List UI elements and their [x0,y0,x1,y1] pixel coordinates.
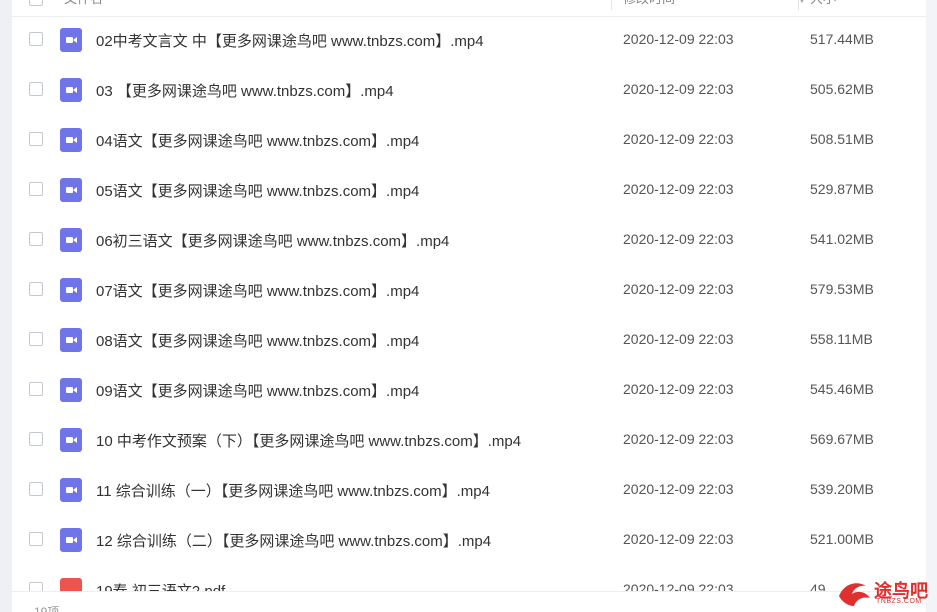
file-name[interactable]: 07语文【更多网课途鸟吧 www.tnbzs.com】.mp4 [96,280,419,301]
file-modified-date: 2020-12-09 22:03 [623,431,734,447]
row-checkbox[interactable] [29,182,43,196]
right-panel-edge [926,0,937,612]
video-file-icon [60,228,82,252]
row-checkbox[interactable] [29,82,43,96]
bird-logo-icon [839,583,870,606]
file-modified-date: 2020-12-09 22:03 [623,31,734,47]
file-name[interactable]: 12 综合训练（二）【更多网课途鸟吧 www.tnbzs.com】.mp4 [96,530,491,551]
file-name[interactable]: 11 综合训练（一）【更多网课途鸟吧 www.tnbzs.com】.mp4 [96,480,490,501]
file-size: 539.20MB [810,481,874,497]
file-list-panel: 文件名 修改时间 ▼ 大小 02中考文言文 中【更多网课途鸟吧 www.tnbz… [12,0,926,612]
file-modified-date: 2020-12-09 22:03 [623,281,734,297]
file-row[interactable]: 08语文【更多网课途鸟吧 www.tnbzs.com】.mp4 2020-12-0… [12,316,926,366]
row-checkbox[interactable] [29,482,43,496]
file-modified-date: 2020-12-09 22:03 [623,181,734,197]
row-checkbox[interactable] [29,232,43,246]
file-size: 505.62MB [810,81,874,97]
video-file-icon [60,278,82,302]
file-size: 517.44MB [810,31,874,47]
row-checkbox[interactable] [29,132,43,146]
select-all-checkbox[interactable] [29,0,43,6]
file-size: 521.00MB [810,531,874,547]
file-row[interactable]: 11 综合训练（一）【更多网课途鸟吧 www.tnbzs.com】.mp4 202… [12,466,926,516]
file-size: 541.02MB [810,231,874,247]
name-column-header[interactable]: 文件名 [64,0,103,16]
file-name[interactable]: 04语文【更多网课途鸟吧 www.tnbzs.com】.mp4 [96,130,419,151]
file-row[interactable]: 07语文【更多网课途鸟吧 www.tnbzs.com】.mp4 2020-12-0… [12,266,926,316]
video-file-icon [60,328,82,352]
file-name[interactable]: 08语文【更多网课途鸟吧 www.tnbzs.com】.mp4 [96,330,419,351]
status-bar: 19项 [12,591,926,612]
video-file-icon [60,178,82,202]
file-name[interactable]: 03 【更多网课途鸟吧 www.tnbzs.com】.mp4 [96,80,394,101]
file-modified-date: 2020-12-09 22:03 [623,381,734,397]
row-checkbox[interactable] [29,332,43,346]
file-modified-date: 2020-12-09 22:03 [623,531,734,547]
file-name[interactable]: 06初三语文【更多网课途鸟吧 www.tnbzs.com】.mp4 [96,230,449,251]
file-size: 508.51MB [810,131,874,147]
file-modified-date: 2020-12-09 22:03 [623,131,734,147]
file-row[interactable]: 09语文【更多网课途鸟吧 www.tnbzs.com】.mp4 2020-12-0… [12,366,926,416]
row-checkbox[interactable] [29,382,43,396]
video-file-icon [60,528,82,552]
watermark-logo: 途鸟吧 TNBZS.COM [836,575,936,611]
file-row[interactable]: 06初三语文【更多网课途鸟吧 www.tnbzs.com】.mp4 2020-12… [12,216,926,266]
file-size: 569.67MB [810,431,874,447]
row-checkbox[interactable] [29,432,43,446]
file-row[interactable]: 05语文【更多网课途鸟吧 www.tnbzs.com】.mp4 2020-12-0… [12,166,926,216]
file-size: 558.11MB [810,331,873,347]
column-separator [798,0,799,10]
file-modified-date: 2020-12-09 22:03 [623,481,734,497]
row-checkbox[interactable] [29,282,43,296]
file-modified-date: 2020-12-09 22:03 [623,81,734,97]
file-row[interactable]: 02中考文言文 中【更多网课途鸟吧 www.tnbzs.com】.mp4 2020… [12,16,926,66]
file-row[interactable]: 12 综合训练（二）【更多网课途鸟吧 www.tnbzs.com】.mp4 202… [12,516,926,566]
file-size: 545.46MB [810,381,874,397]
file-row[interactable]: 03 【更多网课途鸟吧 www.tnbzs.com】.mp4 2020-12-09… [12,66,926,116]
sort-down-icon[interactable]: ▼ [798,0,806,5]
file-row[interactable]: 04语文【更多网课途鸟吧 www.tnbzs.com】.mp4 2020-12-0… [12,116,926,166]
video-file-icon [60,378,82,402]
video-file-icon [60,128,82,152]
video-file-icon [60,78,82,102]
watermark-url: TNBZS.COM [876,598,922,605]
size-column-header[interactable]: 大小 [810,0,836,16]
row-checkbox[interactable] [29,32,43,46]
file-name[interactable]: 05语文【更多网课途鸟吧 www.tnbzs.com】.mp4 [96,180,419,201]
file-row[interactable]: 10 中考作文预案（下）【更多网课途鸟吧 www.tnbzs.com】.mp4 2… [12,416,926,466]
file-modified-date: 2020-12-09 22:03 [623,331,734,347]
item-count: 19项 [34,605,60,612]
row-checkbox[interactable] [29,532,43,546]
file-name[interactable]: 02中考文言文 中【更多网课途鸟吧 www.tnbzs.com】.mp4 [96,30,484,51]
video-file-icon [60,478,82,502]
file-modified-date: 2020-12-09 22:03 [623,231,734,247]
video-file-icon [60,428,82,452]
video-file-icon [60,28,82,52]
file-list-header: 文件名 修改时间 ▼ 大小 [12,0,926,17]
file-size: 529.87MB [810,181,874,197]
file-size: 579.53MB [810,281,874,297]
file-name[interactable]: 10 中考作文预案（下）【更多网课途鸟吧 www.tnbzs.com】.mp4 [96,430,521,451]
date-column-header[interactable]: 修改时间 [623,0,675,16]
file-name[interactable]: 09语文【更多网课途鸟吧 www.tnbzs.com】.mp4 [96,380,419,401]
column-separator [611,0,612,10]
